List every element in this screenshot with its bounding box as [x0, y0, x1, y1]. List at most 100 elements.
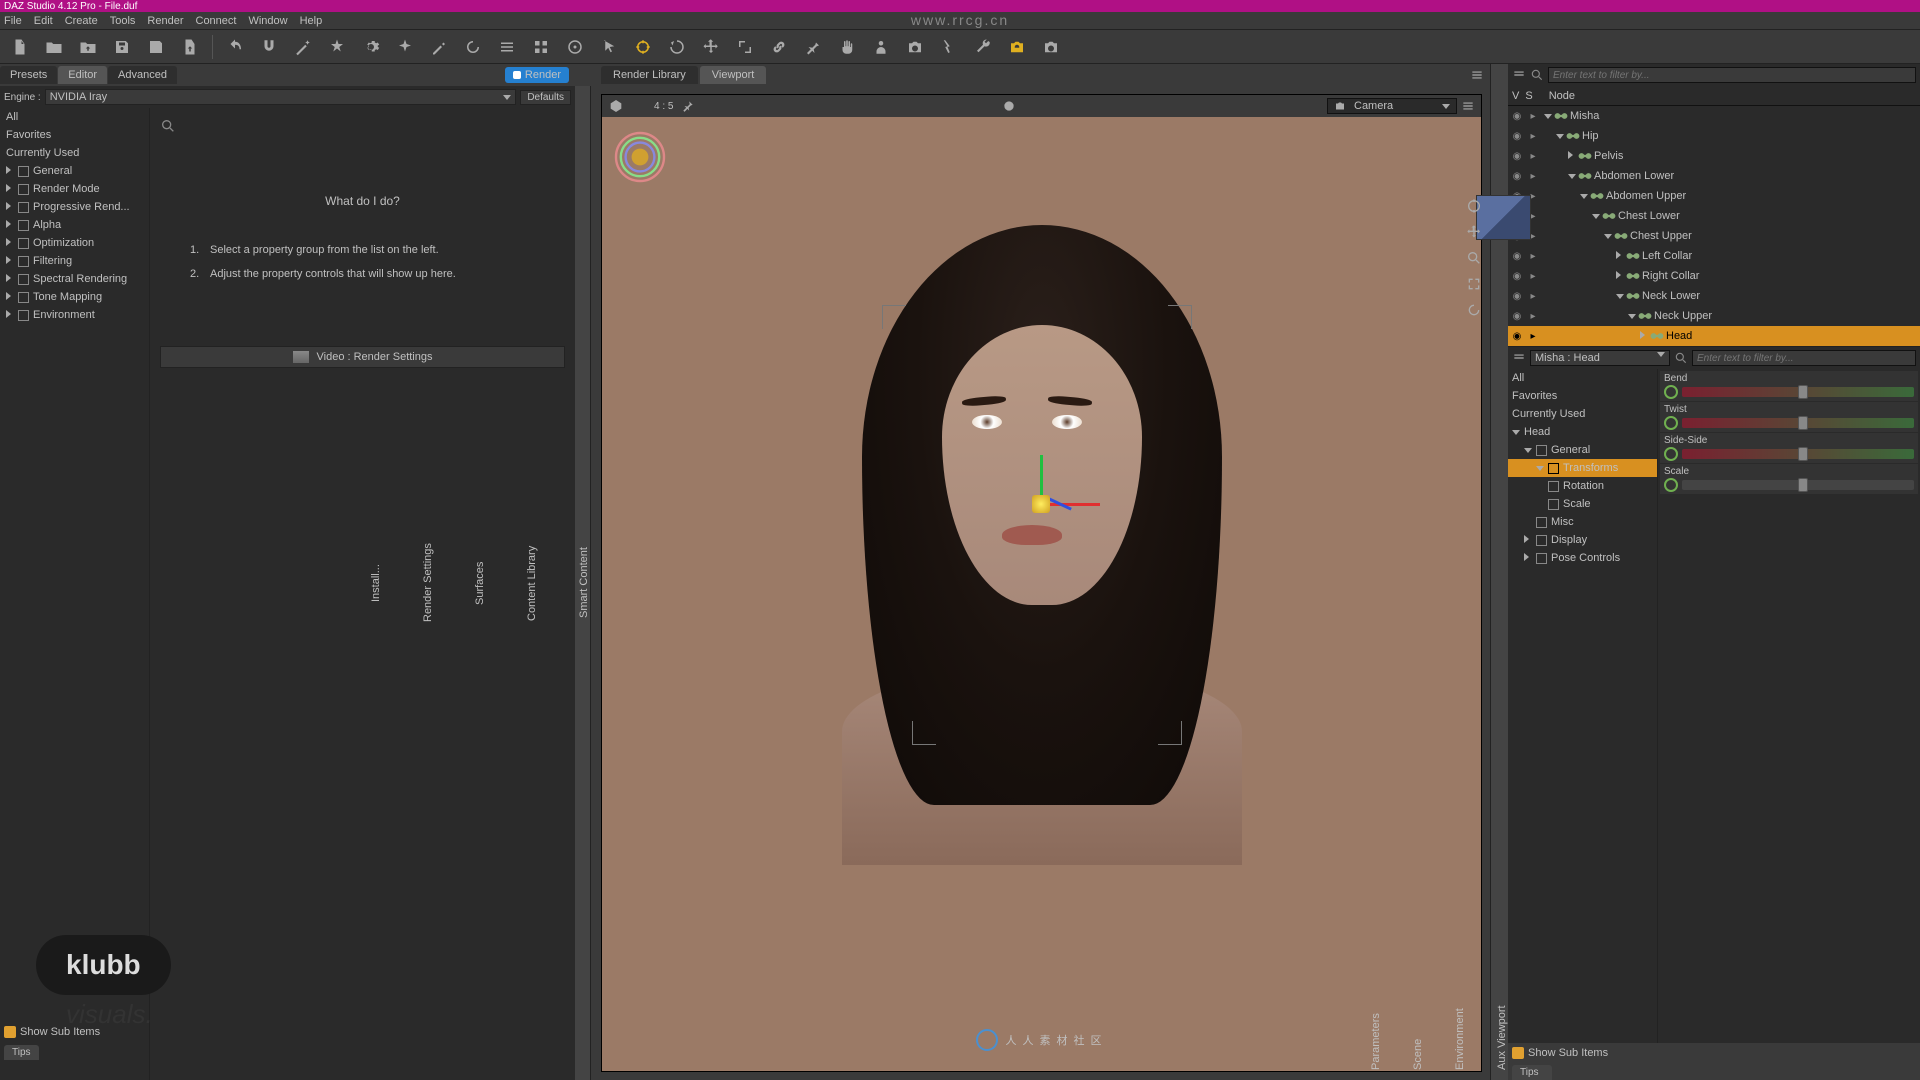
expand-icon[interactable]	[1524, 535, 1532, 545]
edit-wand-icon[interactable]	[427, 35, 451, 59]
orbit-icon[interactable]	[1464, 196, 1484, 216]
reset-icon[interactable]	[1664, 416, 1678, 430]
scene-node[interactable]: ◉▸Pelvis	[1508, 146, 1920, 166]
scene-node[interactable]: ◉▸Left Collar	[1508, 246, 1920, 266]
transform-gizmo[interactable]	[1012, 465, 1072, 525]
expand-icon[interactable]	[1628, 311, 1636, 321]
reset-view-icon[interactable]	[1464, 300, 1484, 320]
draw-style-icon[interactable]	[608, 98, 624, 114]
selectable-icon[interactable]: ▸	[1526, 131, 1540, 142]
param-slider[interactable]: Scale	[1660, 464, 1918, 494]
save-as-icon[interactable]	[144, 35, 168, 59]
property-item[interactable]: Tone Mapping	[0, 288, 149, 306]
show-sub-items-right[interactable]: Show Sub Items	[1508, 1043, 1920, 1063]
camera-dropdown[interactable]: Camera	[1327, 98, 1457, 114]
scene-node[interactable]: ◉▸Head	[1508, 326, 1920, 346]
scene-filter-input[interactable]	[1548, 67, 1916, 83]
param-filter-input[interactable]	[1692, 350, 1916, 366]
param-tree-item[interactable]: Pose Controls	[1508, 549, 1657, 567]
param-tree-item[interactable]: General	[1508, 441, 1657, 459]
property-item[interactable]: Optimization	[0, 234, 149, 252]
slider-track[interactable]	[1682, 480, 1914, 490]
camera-tool-icon[interactable]	[903, 35, 927, 59]
menu-edit[interactable]: Edit	[34, 15, 53, 27]
tab-presets[interactable]: Presets	[0, 66, 57, 84]
selectable-icon[interactable]: ▸	[1526, 331, 1540, 342]
menu-help[interactable]: Help	[300, 15, 323, 27]
expand-icon[interactable]	[1604, 231, 1612, 241]
side-tab-content-library[interactable]: Content Library	[526, 94, 538, 1072]
list-icon[interactable]	[495, 35, 519, 59]
slider-track[interactable]	[1682, 418, 1914, 428]
slider-track[interactable]	[1682, 449, 1914, 459]
target-icon[interactable]	[563, 35, 587, 59]
expand-icon[interactable]	[1536, 463, 1544, 473]
menu-connect[interactable]: Connect	[196, 15, 237, 27]
gizmo-center[interactable]	[1032, 495, 1050, 513]
hand-icon[interactable]	[835, 35, 859, 59]
selectable-icon[interactable]: ▸	[1526, 291, 1540, 302]
universal-tool-icon[interactable]	[631, 35, 655, 59]
video-render-settings-button[interactable]: Video : Render Settings	[160, 346, 565, 368]
property-item[interactable]: General	[0, 162, 149, 180]
person-icon[interactable]	[869, 35, 893, 59]
sphere-mode-icon[interactable]	[1002, 99, 1016, 113]
param-tree-item[interactable]: Rotation	[1508, 477, 1657, 495]
scene-node[interactable]: ◉▸Chest Upper	[1508, 226, 1920, 246]
visibility-icon[interactable]: ◉	[1510, 251, 1524, 262]
visibility-icon[interactable]: ◉	[1510, 111, 1524, 122]
spark-icon[interactable]	[393, 35, 417, 59]
viewport-canvas[interactable]: 4 : 5 Camera	[601, 94, 1482, 1072]
param-tree-item[interactable]: Favorites	[1508, 387, 1657, 405]
expand-icon[interactable]	[1568, 151, 1576, 161]
expand-icon[interactable]	[1616, 291, 1624, 301]
menu-file[interactable]: File	[4, 15, 22, 27]
expand-icon[interactable]	[1580, 191, 1588, 201]
frame-icon[interactable]	[1464, 274, 1484, 294]
property-item[interactable]: Currently Used	[0, 144, 149, 162]
slider-handle[interactable]	[1798, 416, 1808, 430]
refresh-icon[interactable]	[461, 35, 485, 59]
picker-icon[interactable]	[937, 35, 961, 59]
scene-node[interactable]: ◉▸Abdomen Lower	[1508, 166, 1920, 186]
selectable-icon[interactable]: ▸	[1526, 251, 1540, 262]
scene-node[interactable]: ◉▸Chest Lower	[1508, 206, 1920, 226]
expand-icon[interactable]	[1568, 171, 1576, 181]
visibility-icon[interactable]: ◉	[1510, 331, 1524, 342]
param-tree-item[interactable]: Transforms	[1508, 459, 1657, 477]
menu-create[interactable]: Create	[65, 15, 98, 27]
param-tree-item[interactable]: Scale	[1508, 495, 1657, 513]
property-item[interactable]: Filtering	[0, 252, 149, 270]
import-icon[interactable]	[76, 35, 100, 59]
param-slider[interactable]: Twist	[1660, 402, 1918, 432]
rotate-tool-icon[interactable]	[665, 35, 689, 59]
property-item[interactable]: Favorites	[0, 126, 149, 144]
visibility-icon[interactable]: ◉	[1510, 291, 1524, 302]
side-tab-surfaces[interactable]: Surfaces	[474, 94, 486, 1072]
gizmo-y-axis[interactable]	[1040, 455, 1043, 495]
side-tab-smart-content[interactable]: Smart Content	[578, 94, 590, 1072]
scale-tool-icon[interactable]	[733, 35, 757, 59]
expand-icon[interactable]	[1592, 211, 1600, 221]
menu-tools[interactable]: Tools	[110, 15, 136, 27]
scene-node[interactable]: ◉▸Neck Lower	[1508, 286, 1920, 306]
visibility-icon[interactable]: ◉	[1510, 151, 1524, 162]
star-tool-icon[interactable]	[325, 35, 349, 59]
selectable-icon[interactable]: ▸	[1526, 311, 1540, 322]
param-tree-item[interactable]: Display	[1508, 531, 1657, 549]
nav-sphere[interactable]	[610, 127, 670, 187]
param-tree-item[interactable]: Currently Used	[1508, 405, 1657, 423]
panel-menu-icon[interactable]	[1512, 351, 1526, 365]
pin-tool-icon[interactable]	[801, 35, 825, 59]
grid-icon[interactable]	[529, 35, 553, 59]
side-tab-aux-viewport[interactable]: Aux Viewport	[1496, 74, 1508, 1070]
tab-viewport[interactable]: Viewport	[700, 66, 767, 84]
panel-menu-icon[interactable]	[1470, 68, 1484, 82]
menu-render[interactable]: Render	[147, 15, 183, 27]
gear-icon[interactable]	[359, 35, 383, 59]
save-icon[interactable]	[110, 35, 134, 59]
chain-icon[interactable]	[767, 35, 791, 59]
expand-icon[interactable]	[1616, 271, 1624, 281]
engine-dropdown[interactable]: NVIDIA Iray	[45, 89, 517, 105]
scene-node[interactable]: ◉▸Neck Upper	[1508, 306, 1920, 326]
